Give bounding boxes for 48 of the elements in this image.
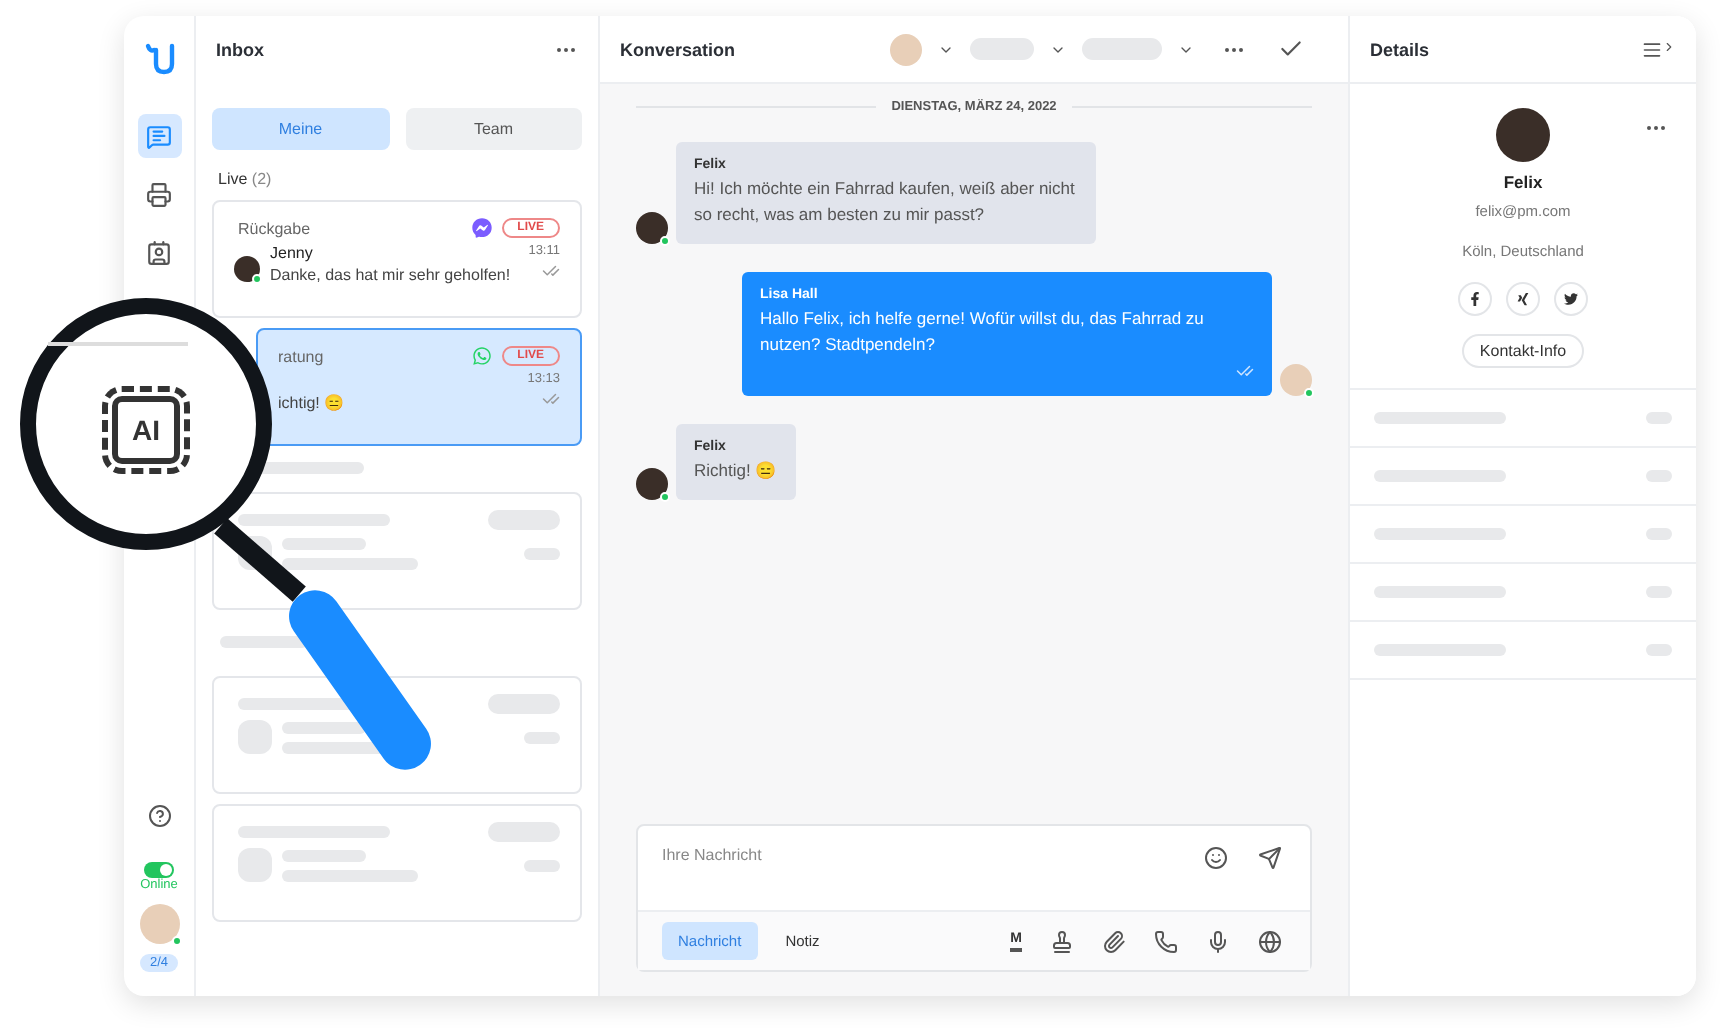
message-text: Richtig! 😑 (694, 458, 778, 484)
panel-title: Inbox (216, 40, 266, 60)
status-toggle[interactable] (144, 862, 174, 878)
contact-avatar (1496, 108, 1550, 162)
read-ticks-icon (1236, 362, 1254, 380)
panel-toggle-icon[interactable] (1642, 39, 1676, 59)
conversation-topic: Rückgabe (238, 219, 313, 237)
contact-info-button[interactable]: Kontakt-Info (1461, 334, 1585, 368)
message-text: Hallo Felix, ich helfe gerne! Wofür willst du, das Fahrrad zu nutzen? Stadtpendeln? (760, 306, 1206, 358)
contact-name: Felix (1503, 172, 1543, 192)
contact-avatar (636, 212, 668, 244)
placeholder-bar (282, 721, 366, 733)
read-ticks-icon (542, 390, 560, 408)
contact-avatar (234, 256, 260, 282)
whatsapp-icon (471, 346, 492, 366)
chat-icon (146, 123, 172, 149)
send-icon[interactable] (1258, 846, 1282, 870)
microphone-icon[interactable] (1206, 929, 1230, 953)
tray-icon (146, 181, 172, 207)
globe-icon[interactable] (1258, 929, 1282, 953)
paperclip-icon[interactable] (1102, 929, 1126, 953)
stamp-icon[interactable] (1050, 929, 1074, 953)
message-text: Hi! Ich möchte ein Fahrrad kaufen, weiß aber nicht so recht, was am besten zu mir passt? (694, 176, 1077, 228)
contact-name: Jenny (270, 244, 315, 262)
chip-label: AI (132, 414, 160, 446)
contact-avatar (636, 468, 668, 500)
conversation-topic: ratung (278, 347, 326, 365)
read-ticks-icon (542, 262, 560, 280)
panel-title: Konversation (620, 39, 738, 59)
logo-icon (143, 40, 175, 76)
twitter-icon[interactable] (1554, 282, 1588, 316)
phone-icon[interactable] (1154, 929, 1178, 953)
emoji-icon[interactable] (1204, 846, 1228, 870)
xing-icon[interactable] (1506, 282, 1540, 316)
placeholder-bar (220, 636, 308, 648)
messenger-icon (471, 218, 492, 238)
tab[interactable]: Team (405, 108, 582, 150)
placeholder-bar (282, 557, 418, 569)
message-input[interactable]: Ihre Nachricht (638, 846, 1194, 892)
section-label: Live (2) (216, 168, 274, 192)
facebook-icon[interactable] (1458, 282, 1492, 316)
help-icon[interactable] (147, 804, 171, 828)
message-preview: ichtig! 😑 (278, 394, 347, 412)
panel-title: Details (1370, 39, 1432, 59)
message-preview: Danke, das hat mir sehr geholfen! (270, 266, 513, 284)
contact-card-icon (146, 239, 172, 265)
agent-avatar (1280, 364, 1312, 396)
nav-button[interactable] (137, 114, 181, 158)
